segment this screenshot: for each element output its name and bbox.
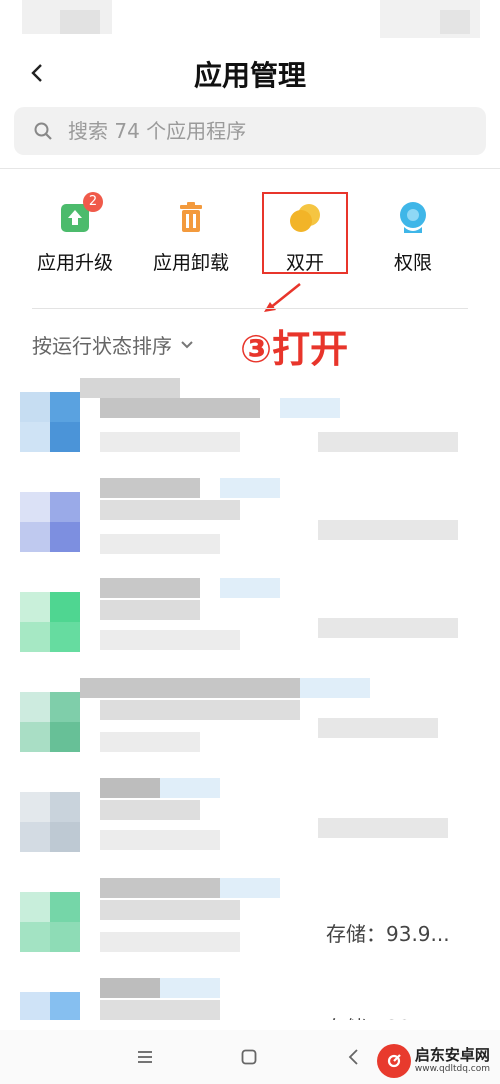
app-storage: 存储：93.9...	[326, 922, 450, 946]
watermark-url: www.qdltdq.com	[414, 1064, 490, 1074]
chevron-down-icon	[180, 338, 194, 352]
permission-icon	[393, 198, 433, 238]
list-item[interactable]	[0, 370, 500, 470]
app-icon	[20, 892, 80, 952]
chevron-left-icon	[348, 1049, 358, 1065]
tools-row: 2 应用升级 应用卸载 双开 权限	[20, 190, 480, 280]
home-icon	[241, 1049, 257, 1065]
trash-icon	[171, 198, 211, 238]
list-item[interactable]	[0, 670, 500, 770]
tool-label: 应用卸载	[152, 252, 229, 274]
list-item[interactable]	[0, 770, 500, 870]
annotation-text: ③打开	[240, 327, 349, 371]
watermark-name: 启东安卓网	[414, 1046, 490, 1064]
upgrade-icon: 2	[55, 192, 103, 238]
list-item[interactable]: 存储：93.9...	[0, 870, 500, 970]
tool-app-upgrade[interactable]: 2 应用升级	[20, 190, 130, 280]
app-icon	[20, 792, 80, 852]
app-icon	[20, 992, 80, 1020]
tool-permissions[interactable]: 权限	[358, 190, 468, 280]
list-item[interactable]	[0, 470, 500, 570]
list-item[interactable]	[0, 570, 500, 670]
update-badge: 2	[83, 192, 103, 212]
tool-label: 权限	[393, 252, 432, 274]
list-item[interactable]: 存储：32.1...	[0, 970, 500, 1020]
status-bar	[0, 0, 500, 42]
divider	[32, 308, 468, 309]
watermark-text: 启东安卓网 www.qdltdq.com	[415, 1048, 490, 1074]
app-storage: 存储：32.1...	[326, 1012, 450, 1020]
app-icon	[20, 392, 80, 452]
menu-button[interactable]	[130, 1042, 160, 1072]
tool-app-uninstall[interactable]: 应用卸载	[136, 190, 246, 280]
app-list: 存储：93.9... 存储：32.1...	[0, 370, 500, 1020]
app-icon	[20, 592, 80, 652]
sort-label: 按运行状态排序	[32, 334, 172, 358]
watermark-logo-icon	[376, 1044, 411, 1078]
sort-dropdown[interactable]: 按运行状态排序	[32, 330, 194, 359]
header: 应用管理	[0, 48, 500, 98]
divider	[0, 168, 500, 169]
app-icon	[20, 492, 80, 552]
home-button[interactable]	[234, 1042, 264, 1072]
nav-back-button[interactable]	[338, 1042, 368, 1072]
highlight-box	[262, 192, 348, 274]
search-bar[interactable]	[14, 107, 486, 155]
menu-icon	[138, 1051, 152, 1063]
page-title: 应用管理	[193, 59, 306, 92]
search-icon	[32, 120, 54, 142]
app-icon	[20, 692, 80, 752]
search-input[interactable]	[68, 119, 448, 143]
watermark: 启东安卓网 www.qdltdq.com	[376, 1044, 490, 1078]
tool-label: 应用升级	[36, 252, 113, 274]
